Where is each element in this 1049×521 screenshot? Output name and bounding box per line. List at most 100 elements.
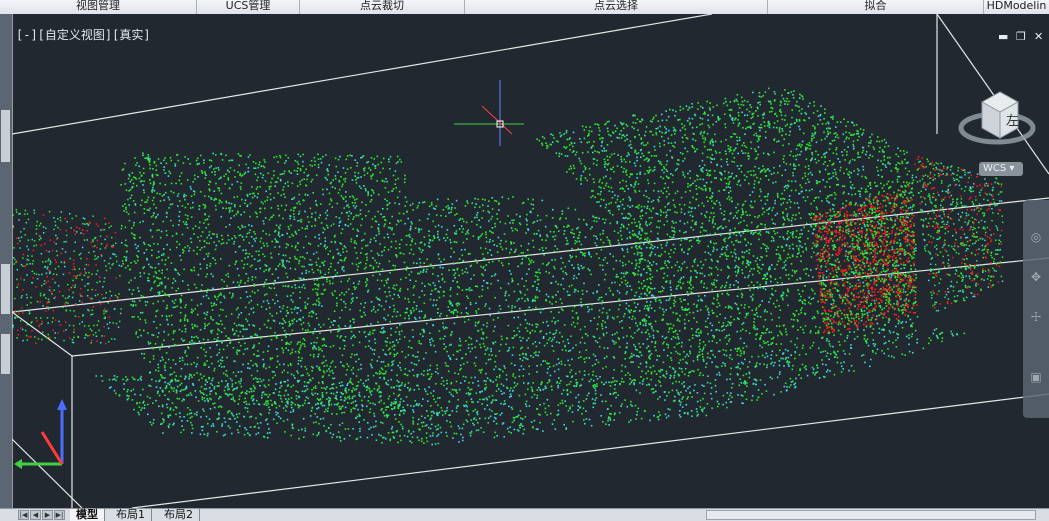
cloud-point — [170, 382, 172, 384]
cloud-point — [280, 395, 282, 397]
cloud-point — [197, 326, 199, 328]
cloud-point — [268, 303, 270, 305]
cloud-point — [291, 286, 293, 288]
ribbon-panel-view-management[interactable]: 视图管理 — [0, 0, 197, 14]
cloud-point — [303, 178, 305, 180]
cloud-point — [589, 309, 591, 311]
cloud-point — [548, 339, 550, 341]
cloud-point — [553, 317, 555, 319]
cloud-point — [552, 345, 554, 347]
cloud-point — [229, 187, 231, 189]
cloud-point — [405, 368, 407, 370]
cloud-point — [319, 214, 321, 216]
cloud-point — [827, 165, 829, 167]
cloud-point — [233, 215, 235, 217]
cloud-point — [334, 269, 336, 271]
cloud-point — [304, 366, 306, 368]
cloud-point — [321, 222, 323, 224]
ribbon-panel-ucs-management[interactable]: UCS管理 — [197, 0, 300, 14]
cloud-point — [475, 322, 477, 324]
cloud-point — [345, 196, 347, 198]
ribbon-panel-hdmodeling[interactable]: HDModelin — [984, 0, 1049, 14]
cloud-point — [486, 322, 488, 324]
cloud-point — [228, 207, 230, 209]
cloud-point — [423, 370, 425, 372]
cloud-point — [387, 233, 389, 235]
cloud-point — [383, 377, 385, 379]
cloud-point — [637, 119, 639, 121]
cloud-point — [601, 303, 603, 305]
cloud-point — [539, 290, 541, 292]
cloud-point — [259, 186, 261, 188]
cloud-point — [282, 327, 284, 329]
cloud-point — [286, 333, 288, 335]
cloud-point — [132, 316, 134, 318]
cloud-point — [399, 191, 401, 193]
cloud-point — [803, 269, 805, 271]
cloud-point — [641, 355, 643, 357]
cloud-point — [585, 167, 587, 169]
cloud-point — [279, 228, 281, 230]
cloud-point — [608, 121, 610, 123]
cloud-point — [619, 284, 621, 286]
drawing-viewport[interactable]: [-][自定义视图][真实] ▬ ❐ ✕ 左 WCS ▾ ◎ ✥ ☩ ▣ — [12, 14, 1049, 508]
cloud-point — [638, 266, 640, 268]
palette-strip[interactable] — [1, 264, 10, 314]
cloud-point — [166, 212, 168, 214]
cloud-point — [356, 297, 358, 299]
cloud-point — [624, 313, 626, 315]
point-cloud-scene[interactable] — [12, 14, 1049, 508]
cloud-point — [749, 104, 751, 106]
cloud-point — [214, 402, 216, 404]
cloud-point — [574, 289, 576, 291]
cloud-point — [213, 304, 215, 306]
cloud-point — [229, 342, 231, 344]
cloud-point — [712, 124, 714, 126]
cloud-point — [446, 351, 448, 353]
cloud-point — [811, 298, 813, 300]
cloud-point — [354, 199, 356, 201]
cloud-point — [671, 338, 673, 340]
ribbon-panel-fit[interactable]: 拟合 — [768, 0, 984, 14]
ribbon-panel-cloud-clip[interactable]: 点云裁切 — [300, 0, 465, 14]
ribbon-panel-cloud-select[interactable]: 点云选择 — [465, 0, 768, 14]
cloud-point — [324, 246, 326, 248]
cloud-point — [688, 287, 690, 289]
cloud-point — [847, 256, 849, 258]
cloud-point — [400, 370, 402, 372]
cloud-point — [316, 317, 318, 319]
cloud-point — [527, 289, 529, 291]
cloud-point — [447, 237, 449, 239]
cloud-point — [283, 320, 285, 322]
palette-strip[interactable] — [1, 110, 10, 162]
cloud-point — [318, 347, 320, 349]
cloud-point — [731, 359, 733, 361]
cloud-point — [180, 376, 182, 378]
cloud-point — [359, 392, 361, 394]
cloud-point — [416, 263, 418, 265]
cloud-point — [291, 245, 293, 247]
cloud-point — [254, 258, 256, 260]
cloud-point — [470, 338, 472, 340]
cloud-point — [144, 157, 146, 159]
cloud-point — [493, 319, 495, 321]
cloud-point — [227, 337, 229, 339]
cloud-point — [330, 263, 332, 265]
cloud-point — [450, 289, 452, 291]
palette-strip[interactable] — [1, 334, 10, 374]
cloud-point — [328, 174, 330, 176]
cloud-point — [221, 243, 223, 245]
cloud-point — [404, 178, 406, 180]
cloud-point — [193, 337, 195, 339]
cloud-point — [314, 157, 316, 159]
cloud-point — [306, 396, 308, 398]
cloud-point — [266, 243, 268, 245]
cloud-point — [211, 302, 213, 304]
cloud-point — [527, 298, 529, 300]
cloud-point — [527, 347, 529, 349]
cloud-point — [325, 409, 327, 411]
cloud-point — [165, 362, 167, 364]
cloud-point — [206, 219, 208, 221]
cloud-point — [220, 258, 222, 260]
cloud-point — [158, 294, 160, 296]
